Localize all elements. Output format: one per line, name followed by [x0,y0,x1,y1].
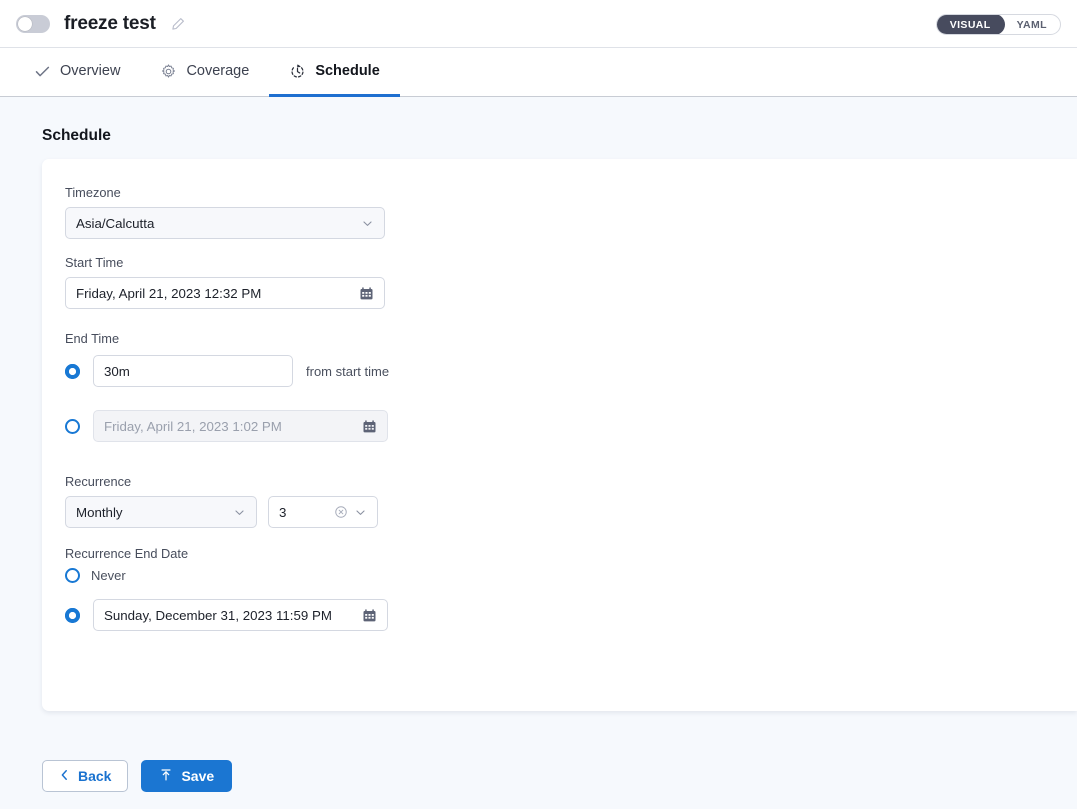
end-time-datetime-input[interactable]: Friday, April 21, 2023 1:02 PM [93,410,388,442]
chevron-down-icon [354,506,367,519]
clear-circle-icon[interactable] [334,505,348,519]
start-time-input[interactable]: Friday, April 21, 2023 12:32 PM [65,277,385,309]
tab-schedule[interactable]: Schedule [269,48,399,97]
recurrence-count-select[interactable]: 3 [268,496,378,528]
tab-overview[interactable]: Overview [14,48,140,97]
end-time-datetime-value: Friday, April 21, 2023 1:02 PM [104,419,356,434]
recurrence-date-row: Sunday, December 31, 2023 11:59 PM [65,599,1077,631]
back-button-label: Back [78,768,111,784]
start-time-value: Friday, April 21, 2023 12:32 PM [76,286,353,301]
save-button-label: Save [181,768,214,784]
app-header: freeze test VISUAL YAML [0,0,1077,48]
pencil-icon[interactable] [169,15,187,33]
tab-overview-label: Overview [60,63,120,79]
mode-option-visual[interactable]: VISUAL [936,14,1005,35]
schedule-card: Timezone Asia/Calcutta Start Time Friday… [42,159,1077,711]
tab-schedule-label: Schedule [315,63,379,79]
recurrence-frequency-value: Monthly [76,505,227,520]
toggle-knob [18,17,32,31]
end-time-datetime-radio[interactable] [65,419,80,434]
recurrence-never-row: Never [65,568,1077,583]
end-time-datetime-row: Friday, April 21, 2023 1:02 PM [65,410,1077,442]
recurrence-count-value: 3 [279,505,330,520]
calendar-icon[interactable] [362,419,377,434]
content-area: Schedule Timezone Asia/Calcutta Start Ti… [0,97,1077,808]
mode-option-yaml[interactable]: YAML [1004,15,1060,34]
recurrence-row: Monthly 3 [65,496,1077,528]
recurrence-frequency-select[interactable]: Monthly [65,496,257,528]
timezone-value: Asia/Calcutta [76,216,355,231]
calendar-icon[interactable] [362,608,377,623]
chevron-down-icon [233,506,246,519]
recurrence-never-label: Never [91,568,126,583]
upload-icon [159,768,173,785]
clock-refresh-icon [289,63,306,80]
gear-icon [160,63,177,80]
timezone-label: Timezone [65,185,1077,200]
start-time-label: Start Time [65,255,1077,270]
timezone-select[interactable]: Asia/Calcutta [65,207,385,239]
chevron-down-icon [361,217,374,230]
end-time-duration-radio[interactable] [65,364,80,379]
recurrence-date-value: Sunday, December 31, 2023 11:59 PM [104,608,356,623]
end-time-label: End Time [65,331,1077,346]
save-button[interactable]: Save [141,760,232,792]
tab-coverage[interactable]: Coverage [140,48,269,97]
recurrence-date-radio[interactable] [65,608,80,623]
page-title: freeze test [64,13,156,35]
form-actions: Back Save [42,760,232,792]
tab-bar: Overview Coverage Schedule [0,48,1077,97]
end-time-duration-input[interactable]: 30m [93,355,293,387]
recurrence-never-radio[interactable] [65,568,80,583]
end-time-duration-row: 30m from start time [65,355,1077,387]
section-title: Schedule [0,97,1077,157]
back-button[interactable]: Back [42,760,128,792]
check-icon [34,63,51,80]
end-time-duration-value: 30m [104,364,282,379]
calendar-icon[interactable] [359,286,374,301]
recurrence-label: Recurrence [65,474,1077,489]
recurrence-end-date-label: Recurrence End Date [65,546,1077,561]
chevron-left-icon [59,768,70,784]
enable-toggle[interactable] [16,15,50,33]
view-mode-toggle[interactable]: VISUAL YAML [936,14,1061,35]
end-time-duration-suffix: from start time [306,364,389,379]
recurrence-date-input[interactable]: Sunday, December 31, 2023 11:59 PM [93,599,388,631]
tab-coverage-label: Coverage [186,63,249,79]
